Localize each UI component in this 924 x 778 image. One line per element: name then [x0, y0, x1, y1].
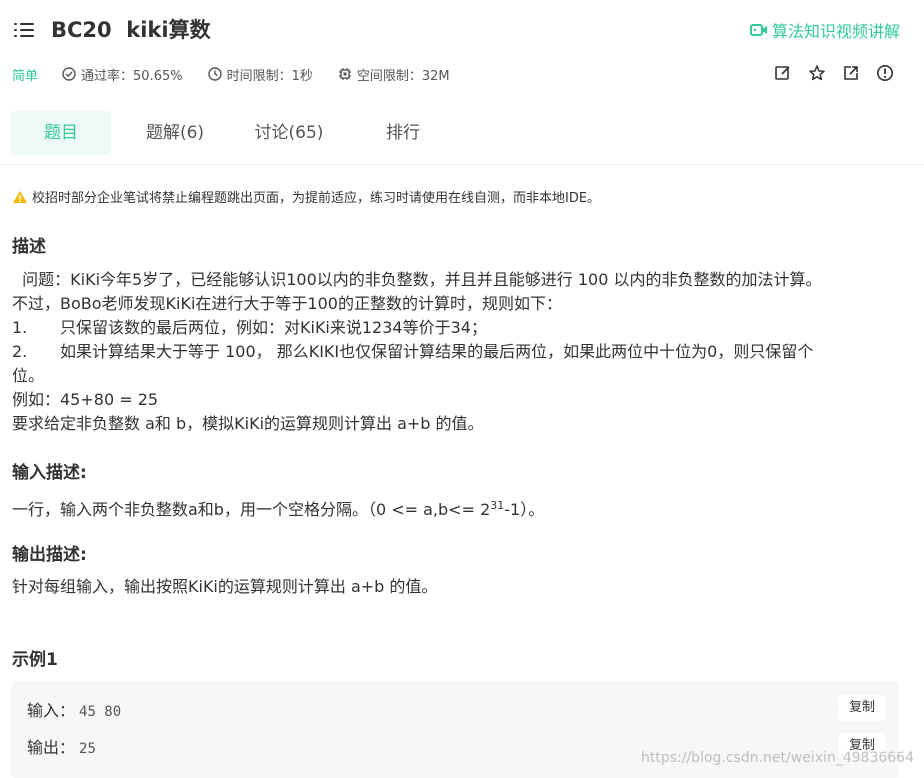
rule-text: 只保留该数的最后两位，例如：对KiKi来说1234等价于34；: [60, 318, 487, 337]
pass-rate-text: 通过率：50.65%: [81, 68, 183, 84]
input-description-heading: 输入描述:: [12, 463, 87, 483]
example-heading: 示例1: [12, 650, 58, 670]
output-description-heading: 输出描述:: [12, 545, 87, 565]
star-icon[interactable]: [808, 64, 826, 82]
rule-number: 1.: [12, 318, 28, 337]
pass-rate: 通过率：50.65%: [62, 65, 183, 84]
input-desc-exponent: 31: [490, 499, 505, 512]
exam-warning: 校招时部分企业笔试将禁止编程题跳出页面，为提前适应，练习时请使用在线自测，而非本…: [12, 187, 600, 206]
page-title: BC20 kiki算数: [51, 18, 211, 42]
description-body: 问题：KiKi今年5岁了，已经能够认识100以内的非负整数，并且并且能够进行 1…: [12, 268, 902, 436]
description-line: 要求给定非负整数 a和 b，模拟KiKi的运算规则计算出 a+b 的值。: [12, 414, 484, 433]
share-icon[interactable]: [842, 64, 860, 82]
chip-icon: [338, 68, 351, 80]
rule-number: 2.: [12, 342, 28, 361]
input-desc-text-after: -1）。: [504, 500, 545, 519]
example-output-label: 输出：: [27, 738, 76, 757]
watermark: https://blog.csdn.net/weixin_49836664: [640, 750, 914, 766]
copy-input-button[interactable]: 复制: [839, 695, 885, 721]
check-circle-icon: [62, 67, 76, 81]
rule-text: 如果计算结果大于等于 100， 那么KIKI也仅保留计算结果的最后两位，如果此两…: [60, 342, 814, 361]
example-input-value: 45 80: [79, 704, 122, 720]
video-camera-icon: [749, 24, 767, 36]
video-explanation-link[interactable]: 算法知识视频讲解: [749, 18, 900, 42]
space-limit-text: 空间限制：32M: [356, 68, 450, 84]
tab-ranking[interactable]: 排行: [353, 111, 453, 155]
problem-meta: 简单 通过率：50.65% 时间限制：1秒 空间限制：32M: [12, 64, 475, 84]
example-input-row: 输入： 45 80: [27, 697, 121, 721]
rule-item-1: 1. 只保留该数的最后两位，例如：对KiKi来说1234等价于34；: [12, 316, 902, 340]
input-description-text: 一行，输入两个非负整数a和b，用一个空格分隔。（0 <= a,b<= 231-1…: [12, 494, 902, 522]
problem-header: BC20 kiki算数 算法知识视频讲解: [0, 0, 924, 60]
description-line: 问题：KiKi今年5岁了，已经能够认识100以内的非负整数，并且并且能够进行 1…: [12, 270, 822, 289]
edit-icon[interactable]: [774, 64, 792, 82]
output-description-text: 针对每组输入，输出按照KiKi的运算规则计算出 a+b 的值。: [12, 577, 438, 596]
space-limit: 空间限制：32M: [338, 65, 450, 84]
problem-tabs: 题目 题解(6) 讨论(65) 排行: [11, 111, 467, 155]
warning-icon: [13, 190, 27, 203]
tabs-divider: [0, 164, 924, 165]
description-line: 不过，BoBo老师发现KiKi在进行大于等于100的正整数的计算时，规则如下：: [12, 294, 562, 313]
example-input-label: 输入：: [27, 701, 76, 720]
video-link-label: 算法知识视频讲解: [771, 22, 900, 41]
problem-actions: [774, 64, 894, 82]
warning-text: 校招时部分企业笔试将禁止编程题跳出页面，为提前适应，练习时请使用在线自测，而非本…: [32, 191, 601, 206]
time-limit: 时间限制：1秒: [207, 65, 313, 84]
example-output-row: 输出： 25: [27, 734, 96, 758]
example-output-value: 25: [79, 741, 96, 757]
input-desc-text-before: 一行，输入两个非负整数a和b，用一个空格分隔。（0 <= a,b<= 2: [12, 500, 491, 519]
description-line: 例如：45+80 = 25: [12, 390, 159, 409]
tab-discussion[interactable]: 讨论(65): [239, 111, 339, 155]
time-limit-text: 时间限制：1秒: [226, 68, 313, 84]
description-heading: 描述: [12, 237, 46, 257]
rule-item-2: 2. 如果计算结果大于等于 100， 那么KIKI也仅保留计算结果的最后两位，如果…: [12, 340, 902, 364]
tab-problem[interactable]: 题目: [11, 111, 111, 155]
tab-solutions[interactable]: 题解(6): [125, 111, 225, 155]
description-line: 位。: [12, 366, 45, 385]
menu-icon[interactable]: [14, 21, 34, 39]
difficulty-badge: 简单: [12, 68, 39, 84]
clock-icon: [207, 67, 222, 81]
report-icon[interactable]: [876, 64, 894, 82]
